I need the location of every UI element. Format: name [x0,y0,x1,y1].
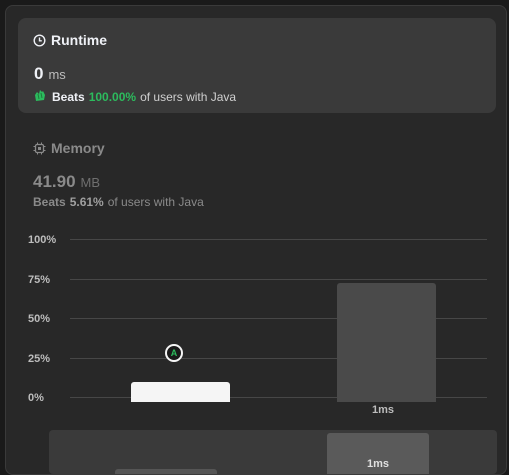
memory-title: Memory [51,140,105,156]
memory-value: 41.90 [33,172,76,191]
gridline [70,239,487,240]
clapping-hands-icon [33,88,48,106]
runtime-beats-suffix: of users with Java [140,90,237,104]
bar[interactable] [337,283,436,402]
y-tick-label: 25% [28,353,51,365]
x-tick-label: 1ms [372,404,395,416]
chart-overview-scrollbar[interactable]: 1ms [49,430,497,474]
y-tick-label: 0% [28,392,44,404]
runtime-value: 0 [34,64,44,83]
gridline [70,279,487,280]
memory-beats-percent: 5.61% [69,195,104,209]
bar-my-submission[interactable] [131,382,230,402]
runtime-beats-percent: 100.00% [88,90,137,104]
memory-header: Memory [33,140,105,156]
memory-beats: Beats 5.61% of users with Java [33,195,204,209]
y-tick-label: 75% [28,274,51,286]
runtime-unit: ms [48,67,66,82]
runtime-beats-prefix: Beats [52,90,85,104]
clock-icon [33,33,46,47]
memory-beats-suffix: of users with Java [107,195,204,209]
runtime-beats: Beats 100.00% of users with Java [33,88,236,106]
memory-beats-prefix: Beats [33,195,66,209]
marker-label: A [170,348,178,358]
memory-unit: MB [80,175,101,190]
y-tick-label: 100% [28,234,57,246]
runtime-title: Runtime [51,32,107,48]
chip-icon [33,142,46,155]
submission-stats-panel: Runtime 0 ms Beats 100.00% of users with… [5,5,507,475]
my-submission-marker[interactable]: A [165,344,183,362]
runtime-value-row: 0 ms [34,64,66,84]
memory-value-row: 41.90 MB [33,172,100,192]
y-tick-label: 50% [28,313,51,325]
overview-x-label: 1ms [367,458,390,470]
runtime-card[interactable]: Runtime 0 ms Beats 100.00% of users with… [18,18,496,113]
runtime-header: Runtime [33,32,107,48]
